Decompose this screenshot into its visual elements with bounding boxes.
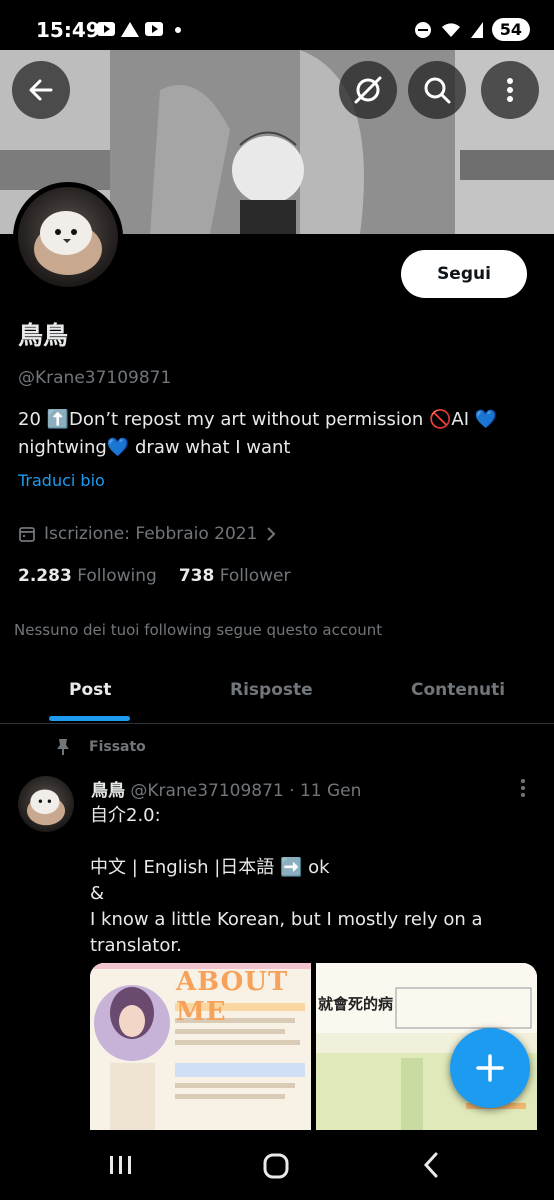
chevron-right-icon: [267, 527, 276, 541]
youtube-icon: [97, 22, 115, 36]
notification-icons: [97, 22, 181, 37]
back-nav-button[interactable]: [422, 1152, 440, 1178]
more-vertical-icon: [521, 779, 525, 797]
following-count: 2.283: [18, 566, 72, 586]
youtube-icon: [145, 22, 163, 36]
tab-post[interactable]: Post: [69, 680, 111, 700]
profile-name: 鳥鳥: [18, 321, 69, 350]
post-avatar[interactable]: [18, 776, 74, 832]
status-time: 15:49: [36, 18, 100, 42]
profile-avatar[interactable]: [13, 182, 123, 292]
more-vertical-icon: [507, 78, 513, 102]
search-icon: [424, 77, 451, 104]
following-label: Following: [77, 566, 157, 586]
dnd-icon: [414, 21, 431, 38]
wifi-icon: [441, 22, 460, 37]
plus-icon: [476, 1054, 504, 1082]
compose-post-button[interactable]: [450, 1028, 530, 1108]
grok-icon: [354, 76, 382, 104]
bio-line: nightwing💙 draw what I want: [18, 437, 291, 458]
cp-list-title: 就會死的病: [318, 995, 394, 1013]
more-notifications-icon: [175, 27, 181, 33]
bird-avatar-image: [26, 789, 66, 826]
post-author-handle: @Krane37109871: [130, 781, 284, 801]
grok-button[interactable]: [339, 61, 397, 119]
system-icons: 54: [414, 18, 530, 41]
more-options-button[interactable]: [481, 61, 539, 119]
bio-line: 20 ⬆️Don’t repost my art without permiss…: [18, 409, 498, 430]
signal-icon: [470, 21, 483, 38]
join-date-text: Iscrizione: Febbraio 2021: [44, 524, 258, 544]
followers-count: 738: [178, 566, 215, 586]
calendar-icon: [19, 527, 35, 542]
pinned-label: Fissato: [55, 738, 146, 756]
status-bar: 15:49 54: [0, 0, 554, 50]
follow-stats: 2.283 Following 738 Follower: [18, 566, 291, 586]
post-header: 鳥鳥 @Krane37109871 · 11 Gen: [91, 776, 361, 801]
recent-apps-button[interactable]: [108, 1154, 134, 1176]
follow-button[interactable]: Segui: [401, 250, 527, 298]
pin-icon: [57, 739, 69, 755]
back-button[interactable]: [12, 61, 70, 119]
translate-bio-link[interactable]: Traduci bio: [18, 471, 105, 490]
arrow-left-icon: [29, 79, 53, 101]
mutual-followers-note: Nessuno dei tuoi following segue questo …: [14, 621, 383, 639]
tab-replies[interactable]: Risposte: [230, 680, 313, 700]
post-separator: ·: [289, 781, 295, 801]
followers-label: Follower: [219, 566, 291, 586]
home-button[interactable]: [262, 1152, 290, 1180]
search-button[interactable]: [408, 61, 466, 119]
join-date[interactable]: Iscrizione: Febbraio 2021: [18, 524, 277, 544]
following-link[interactable]: 2.283 Following: [18, 566, 157, 586]
tab-media[interactable]: Contenuti: [411, 680, 505, 700]
followers-link[interactable]: 738 Follower: [179, 566, 291, 586]
post-more-button[interactable]: [520, 778, 526, 802]
post-text: 自介2.0: 中文 | English |日本語 ➡️ ok & I know …: [90, 805, 483, 956]
post-image-about-me[interactable]: ABOUT ME: [90, 963, 311, 1133]
post-author-name: 鳥鳥: [91, 781, 125, 801]
profile-bio: 20 ⬆️Don’t repost my art without permiss…: [18, 406, 518, 462]
system-navigation-bar: [0, 1130, 554, 1200]
active-tab-indicator: [49, 716, 130, 721]
bird-avatar-image: [34, 211, 102, 275]
about-me-title: ABOUT ME: [176, 967, 289, 1027]
post-date: 11 Gen: [299, 781, 362, 801]
pinned-text: Fissato: [89, 739, 146, 755]
battery-indicator: 54: [491, 18, 530, 41]
warning-icon: [121, 22, 139, 37]
profile-handle: @Krane37109871: [18, 368, 172, 388]
